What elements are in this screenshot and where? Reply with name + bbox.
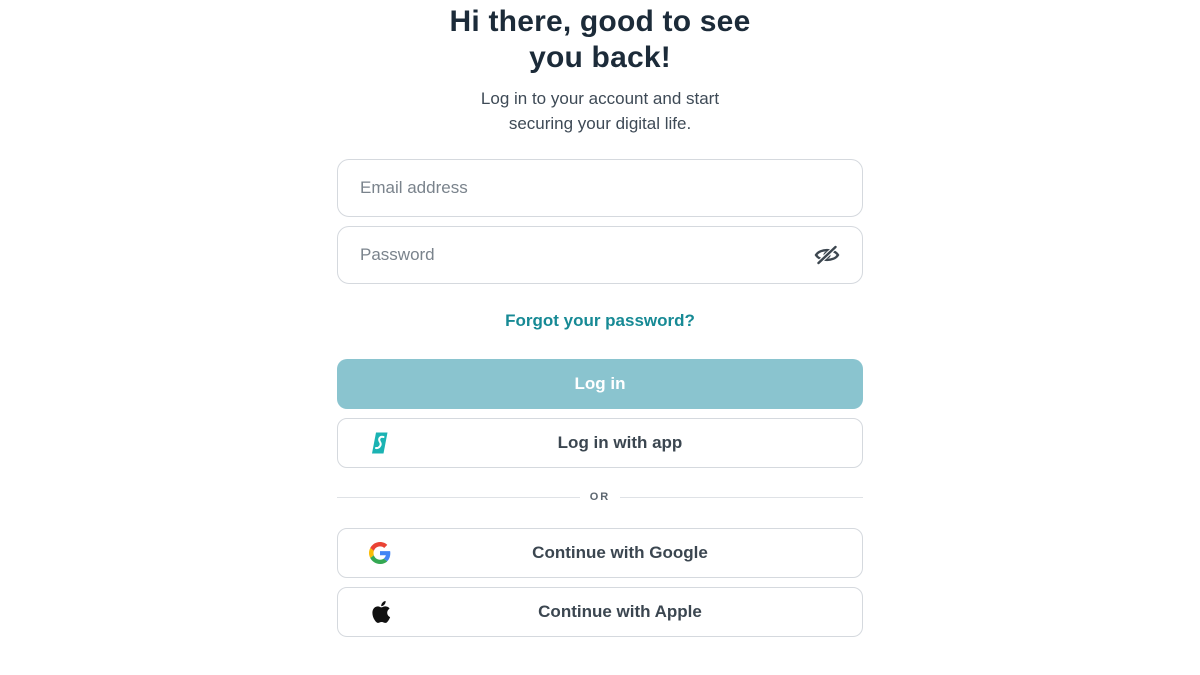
divider-line-right	[620, 496, 863, 498]
continue-with-google-button[interactable]: Continue with Google	[337, 528, 863, 578]
login-with-app-button[interactable]: Log in with app	[337, 418, 863, 468]
page-title: Hi there, good to see you back!	[0, 4, 1200, 76]
password-field-container	[337, 226, 863, 284]
page-subtitle-line-1: Log in to your account and start	[480, 89, 720, 108]
page-subtitle-line-2: securing your digital life.	[508, 114, 692, 133]
google-icon	[368, 541, 392, 565]
surfshark-logo-icon	[368, 431, 392, 455]
login-button-label: Log in	[574, 374, 626, 393]
login-page: Hi there, good to see you back! Log in t…	[0, 0, 1200, 675]
forgot-password-link[interactable]: Forgot your password?	[0, 311, 1200, 331]
page-subtitle: Log in to your account and start securin…	[0, 86, 1200, 136]
login-with-app-label: Log in with app	[557, 433, 683, 452]
continue-with-apple-button[interactable]: Continue with Apple	[337, 587, 863, 637]
continue-with-google-label: Continue with Google	[532, 543, 708, 562]
apple-icon	[368, 600, 392, 624]
divider-line-left	[337, 496, 580, 498]
login-button[interactable]: Log in	[337, 359, 863, 409]
divider-text: OR	[589, 491, 611, 503]
page-title-line-1: Hi there, good to see	[449, 5, 751, 38]
eye-slash-icon[interactable]	[814, 245, 840, 265]
email-input[interactable]	[360, 160, 840, 216]
or-divider: OR	[337, 488, 863, 506]
email-field-container	[337, 159, 863, 217]
page-title-line-2: you back!	[529, 41, 671, 74]
password-input[interactable]	[360, 227, 814, 283]
continue-with-apple-label: Continue with Apple	[538, 602, 702, 621]
